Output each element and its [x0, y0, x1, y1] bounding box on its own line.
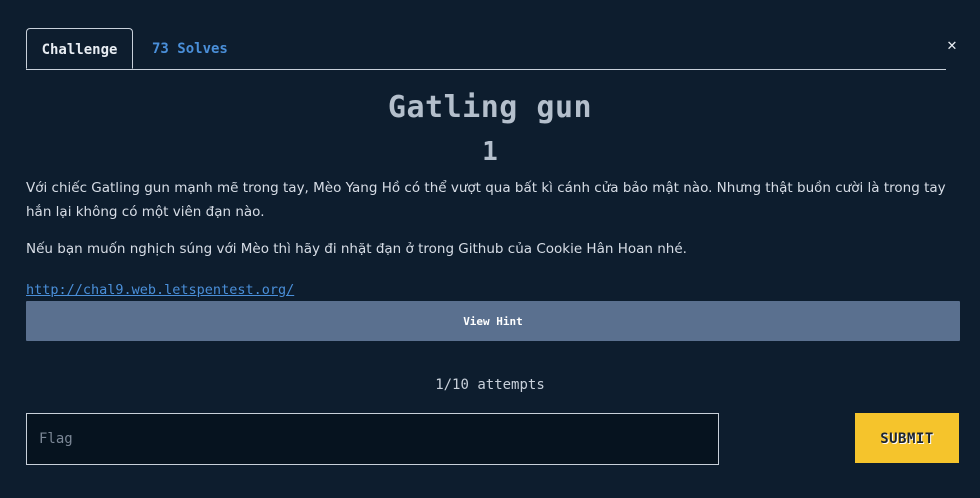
challenge-tabs: Challenge 73 Solves — [26, 28, 946, 70]
attempts-counter: 1/10 attempts — [435, 377, 545, 393]
submit-button[interactable]: SUBMIT — [855, 413, 959, 463]
flag-input[interactable] — [26, 413, 719, 465]
tab-solves[interactable]: 73 Solves — [152, 28, 228, 69]
view-hint-button[interactable]: View Hint — [26, 301, 960, 341]
description-paragraph: Nếu bạn muốn nghịch súng với Mèo thì hãy… — [26, 241, 687, 257]
challenge-value: 1 — [482, 137, 498, 167]
challenge-link[interactable]: http://chal9.web.letspentest.org/ — [26, 282, 294, 298]
challenge-description: Với chiếc Gatling gun mạnh mẽ trong tay,… — [26, 176, 956, 274]
description-paragraph: Với chiếc Gatling gun mạnh mẽ trong tay,… — [26, 180, 946, 220]
tab-challenge[interactable]: Challenge — [26, 28, 133, 69]
close-icon[interactable]: ✕ — [944, 37, 960, 53]
challenge-title: Gatling gun — [387, 90, 593, 125]
